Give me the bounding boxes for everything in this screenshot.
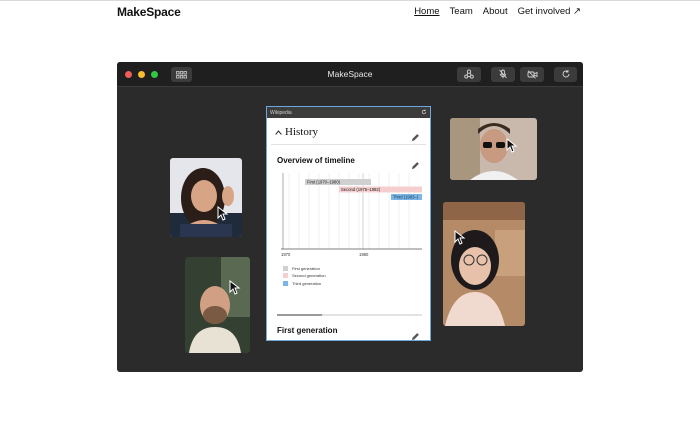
camera-button[interactable]: [520, 67, 544, 82]
nav-get-involved[interactable]: Get involved ↗: [518, 6, 581, 17]
timeline-tick-1980: 1980: [359, 252, 369, 257]
app-window: MakeSpace Wikipedia History Overview of …: [117, 62, 583, 372]
timeline-bar-label-second: Second (1975–1992): [341, 187, 381, 192]
window-titlebar: MakeSpace: [117, 62, 583, 87]
share-button[interactable]: [457, 67, 481, 82]
nav-about[interactable]: About: [483, 6, 508, 17]
mute-button[interactable]: [491, 67, 515, 82]
video-tile-participant[interactable]: [443, 202, 525, 326]
legend-item: Second generation: [283, 273, 326, 279]
legend-label: First generation: [292, 265, 320, 271]
top-divider: [0, 0, 700, 1]
panel-refresh-icon[interactable]: [421, 109, 427, 117]
nav-team[interactable]: Team: [450, 6, 473, 17]
cursor-arrow-icon: [506, 137, 518, 158]
overview-heading: Overview of timeline: [277, 156, 355, 165]
share-icon: [464, 66, 474, 84]
first-generation-heading: First generation: [277, 326, 338, 335]
legend-item: First generation: [283, 265, 326, 271]
timeline-chart: First (1970–1980) Second (1975–1992) Thi…: [277, 173, 422, 264]
top-nav: Home Team About Get involved ↗: [414, 6, 581, 17]
video-off-icon: [527, 66, 538, 84]
wikipedia-panel: Wikipedia History Overview of timeline F…: [266, 106, 431, 341]
participant-video: [443, 202, 525, 326]
legend-item: Third generation: [283, 280, 326, 286]
brand-logo[interactable]: MakeSpace: [117, 5, 181, 19]
history-title: History: [285, 126, 318, 138]
cursor-arrow-icon: [217, 205, 229, 226]
timeline-bar-label-first: First (1970–1980): [307, 180, 341, 185]
cursor-arrow-icon: [229, 279, 241, 300]
edit-first-generation-pencil-icon[interactable]: [411, 328, 420, 340]
chevron-up-icon: [275, 126, 282, 138]
panel-scrollbar-track[interactable]: [277, 314, 422, 316]
refresh-icon: [561, 66, 571, 84]
section-divider: [271, 144, 426, 145]
video-tile-participant[interactable]: [450, 118, 537, 180]
video-tile-participant[interactable]: [185, 257, 250, 353]
legend-label: Second generation: [292, 273, 326, 278]
timeline-bar-label-third: Third (1983–): [393, 195, 419, 200]
wikipedia-panel-header: Wikipedia: [267, 107, 430, 118]
panel-scrollbar-thumb[interactable]: [277, 314, 322, 316]
video-tile-participant[interactable]: [170, 158, 242, 237]
timeline-tick-1970: 1970: [281, 252, 291, 257]
legend-label: Third generation: [292, 280, 322, 286]
legend-swatch: [283, 280, 288, 286]
refresh-button[interactable]: [554, 67, 577, 82]
participant-video: [185, 257, 250, 353]
wikipedia-source-label: Wikipedia: [270, 109, 292, 116]
timeline-legend: First generation Second generation Third…: [283, 265, 326, 288]
mic-off-icon: [498, 66, 508, 84]
legend-swatch: [283, 265, 288, 271]
participant-video: [170, 158, 242, 237]
participant-video: [450, 118, 537, 180]
legend-swatch: [283, 273, 288, 278]
nav-home[interactable]: Home: [414, 6, 439, 17]
cursor-arrow-icon: [454, 229, 466, 250]
history-section-header[interactable]: History: [275, 126, 318, 138]
